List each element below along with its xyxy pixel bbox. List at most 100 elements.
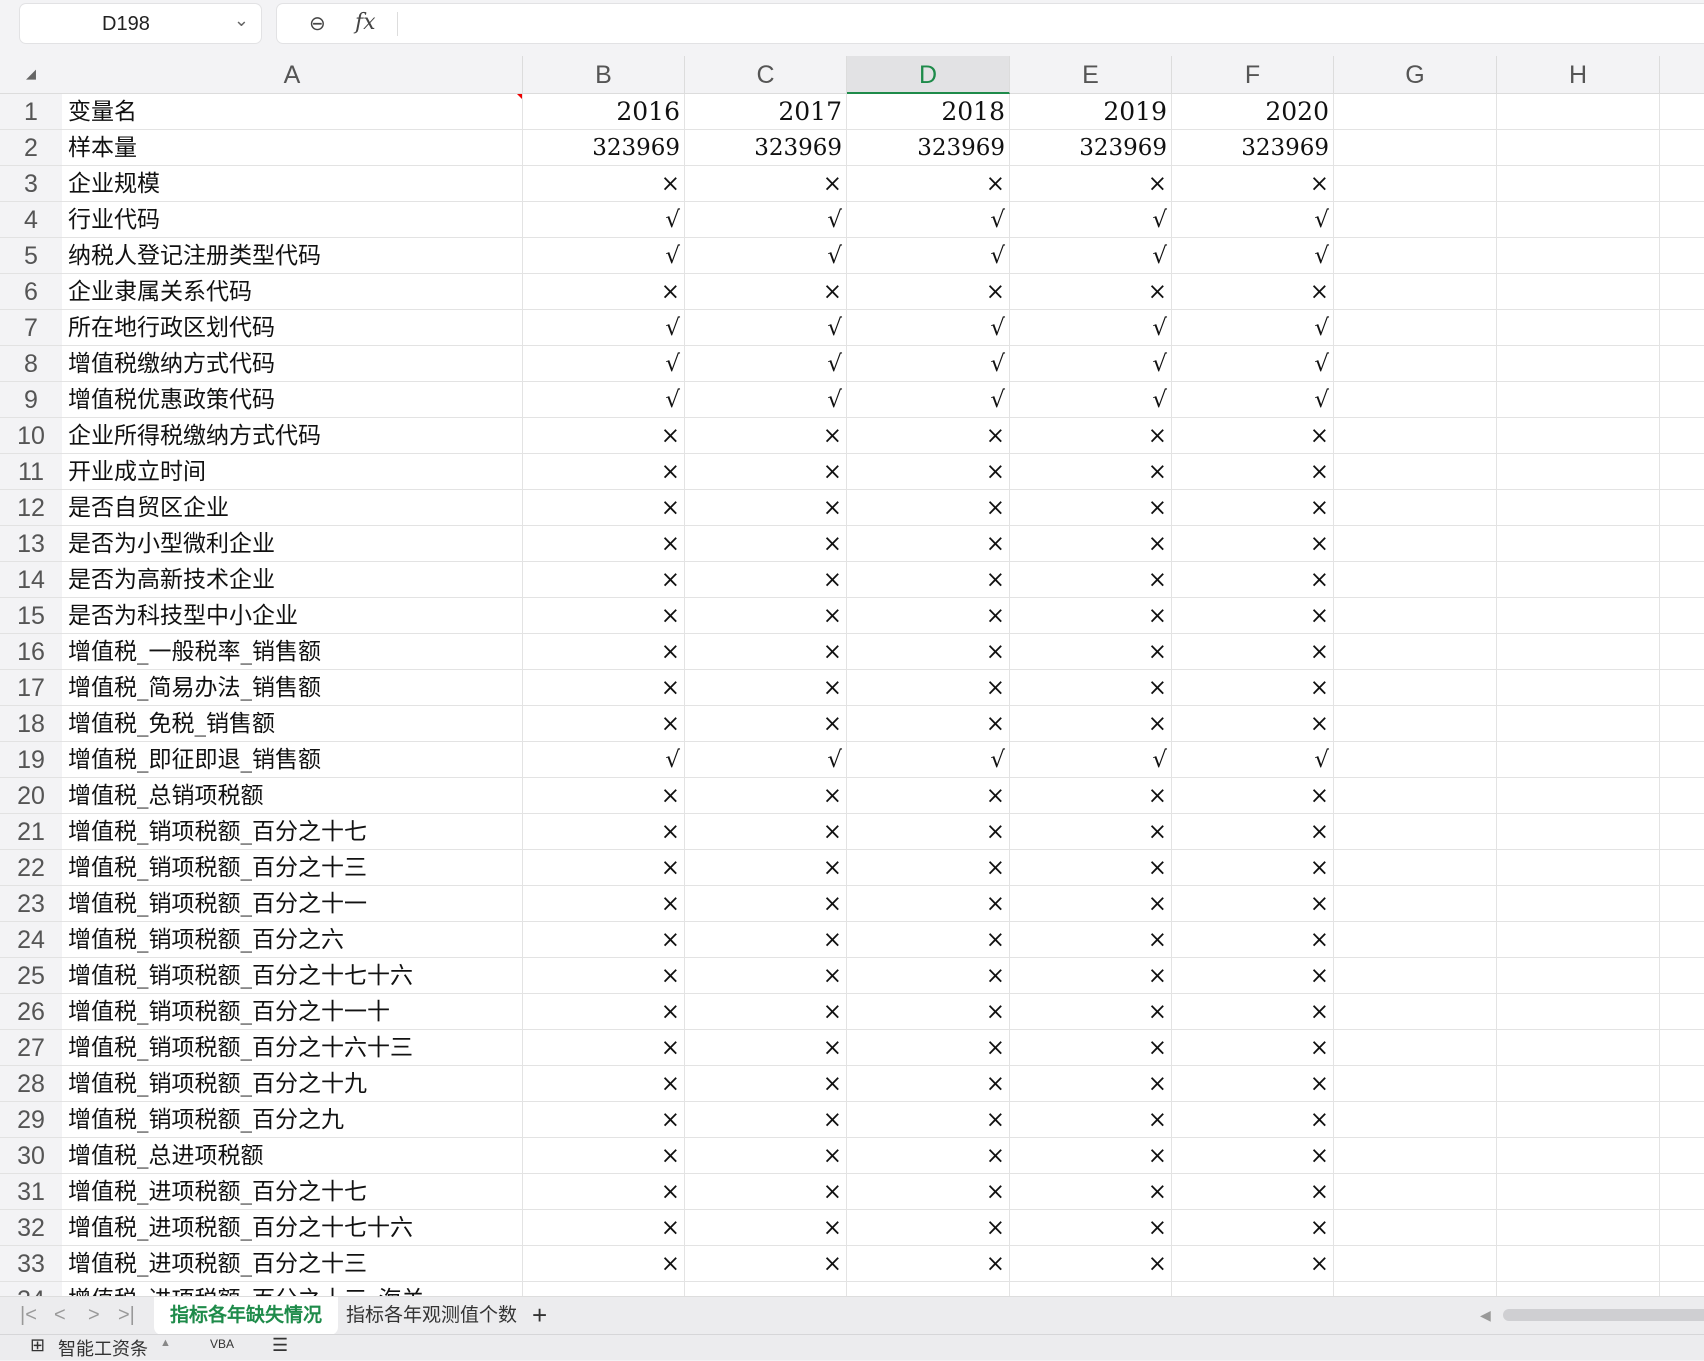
year-value-cell[interactable]: × [1010,1138,1172,1174]
year-value-cell[interactable] [523,1282,685,1296]
variable-name-cell[interactable]: 所在地行政区划代码 [62,310,523,346]
year-value-cell[interactable]: × [685,598,847,634]
variable-name-cell[interactable]: 企业所得税缴纳方式代码 [62,418,523,454]
empty-cell[interactable] [1660,1246,1704,1282]
year-value-cell[interactable]: √ [1010,310,1172,346]
year-value-cell[interactable]: × [1172,1246,1334,1282]
year-value-cell[interactable]: × [523,526,685,562]
variable-name-cell[interactable]: 增值税_销项税额_百分之十七十六 [62,958,523,994]
empty-cell[interactable] [1660,490,1704,526]
empty-cell[interactable] [1497,634,1660,670]
empty-cell[interactable] [1334,562,1497,598]
variable-name-cell[interactable]: 是否为科技型中小企业 [62,598,523,634]
empty-cell[interactable] [1334,814,1497,850]
empty-cell[interactable] [1497,670,1660,706]
variable-name-cell[interactable]: 是否为小型微利企业 [62,526,523,562]
year-value-cell[interactable]: × [1172,850,1334,886]
year-value-cell[interactable]: × [847,814,1010,850]
row-header[interactable]: 12 [0,490,62,526]
year-value-cell[interactable]: × [1010,958,1172,994]
year-value-cell[interactable]: × [1010,454,1172,490]
empty-cell[interactable] [1334,958,1497,994]
empty-cell[interactable] [1497,1030,1660,1066]
payslip-icon[interactable]: ⊞ [30,1335,45,1356]
variable-name-cell[interactable]: 企业规模 [62,166,523,202]
panel-icon[interactable]: ☰ [272,1335,288,1356]
row-header[interactable]: 22 [0,850,62,886]
year-value-cell[interactable]: × [1010,886,1172,922]
empty-cell[interactable] [1660,886,1704,922]
year-value-cell[interactable]: √ [1172,382,1334,418]
year-value-cell[interactable]: 323969 [847,130,1010,166]
variable-name-cell[interactable]: 增值税_简易办法_销售额 [62,670,523,706]
year-value-cell[interactable]: × [523,454,685,490]
column-header-c[interactable]: C [685,56,847,94]
year-value-cell[interactable]: × [1010,1174,1172,1210]
variable-name-cell[interactable]: 是否自贸区企业 [62,490,523,526]
empty-cell[interactable] [1334,202,1497,238]
year-value-cell[interactable]: √ [685,382,847,418]
year-value-cell[interactable]: × [685,850,847,886]
year-value-cell[interactable]: × [1172,994,1334,1030]
column-header-i[interactable] [1660,56,1704,94]
empty-cell[interactable] [1334,1282,1497,1296]
empty-cell[interactable] [1334,238,1497,274]
year-value-cell[interactable]: × [847,706,1010,742]
row-header[interactable]: 8 [0,346,62,382]
select-all-corner[interactable]: ◢ [0,56,62,94]
row-header[interactable]: 21 [0,814,62,850]
year-value-cell[interactable]: × [1172,418,1334,454]
year-value-cell[interactable]: √ [1010,238,1172,274]
year-value-cell[interactable]: × [685,670,847,706]
empty-cell[interactable] [1334,274,1497,310]
year-value-cell[interactable]: × [1010,850,1172,886]
empty-cell[interactable] [1660,130,1704,166]
variable-name-cell[interactable]: 样本量 [62,130,523,166]
last-sheet-icon[interactable]: >| [118,1304,135,1327]
year-value-cell[interactable]: √ [523,382,685,418]
row-header[interactable]: 17 [0,670,62,706]
empty-cell[interactable] [1334,310,1497,346]
year-value-cell[interactable] [1010,1282,1172,1296]
empty-cell[interactable] [1334,1138,1497,1174]
year-value-cell[interactable]: 2018 [847,94,1010,130]
empty-cell[interactable] [1660,202,1704,238]
empty-cell[interactable] [1660,634,1704,670]
empty-cell[interactable] [1660,562,1704,598]
empty-cell[interactable] [1497,778,1660,814]
variable-name-cell[interactable]: 增值税_销项税额_百分之十九 [62,1066,523,1102]
empty-cell[interactable] [1497,850,1660,886]
variable-name-cell[interactable]: 纳税人登记注册类型代码 [62,238,523,274]
empty-cell[interactable] [1497,1066,1660,1102]
variable-name-cell[interactable]: 增值税_销项税额_百分之六 [62,922,523,958]
empty-cell[interactable] [1660,1210,1704,1246]
year-value-cell[interactable]: 323969 [685,130,847,166]
year-value-cell[interactable]: × [523,958,685,994]
row-header[interactable]: 34 [0,1282,62,1296]
variable-name-cell[interactable]: 增值税_进项税额_百分之十三 [62,1246,523,1282]
year-value-cell[interactable]: × [1010,166,1172,202]
spreadsheet-grid[interactable]: ◢ A B C D E F G H 1 变量名 2016 2017 2018 2019 2020 2 样本量 32… [0,56,1704,1296]
year-value-cell[interactable]: × [685,526,847,562]
empty-cell[interactable] [1497,922,1660,958]
row-header[interactable]: 15 [0,598,62,634]
empty-cell[interactable] [1660,418,1704,454]
year-value-cell[interactable]: × [1172,598,1334,634]
year-value-cell[interactable]: × [1010,1210,1172,1246]
column-header-a[interactable]: A [62,56,523,94]
row-header[interactable]: 14 [0,562,62,598]
year-value-cell[interactable]: × [847,274,1010,310]
empty-cell[interactable] [1660,346,1704,382]
year-value-cell[interactable]: × [1010,706,1172,742]
year-value-cell[interactable]: × [1010,922,1172,958]
empty-cell[interactable] [1334,418,1497,454]
empty-cell[interactable] [1660,94,1704,130]
year-value-cell[interactable]: × [1172,778,1334,814]
horizontal-scrollbar[interactable] [1503,1309,1704,1321]
empty-cell[interactable] [1497,1174,1660,1210]
variable-name-cell[interactable]: 行业代码 [62,202,523,238]
year-value-cell[interactable]: √ [1172,346,1334,382]
empty-cell[interactable] [1660,778,1704,814]
variable-name-cell[interactable]: 增值税_免税_销售额 [62,706,523,742]
year-value-cell[interactable]: √ [523,742,685,778]
